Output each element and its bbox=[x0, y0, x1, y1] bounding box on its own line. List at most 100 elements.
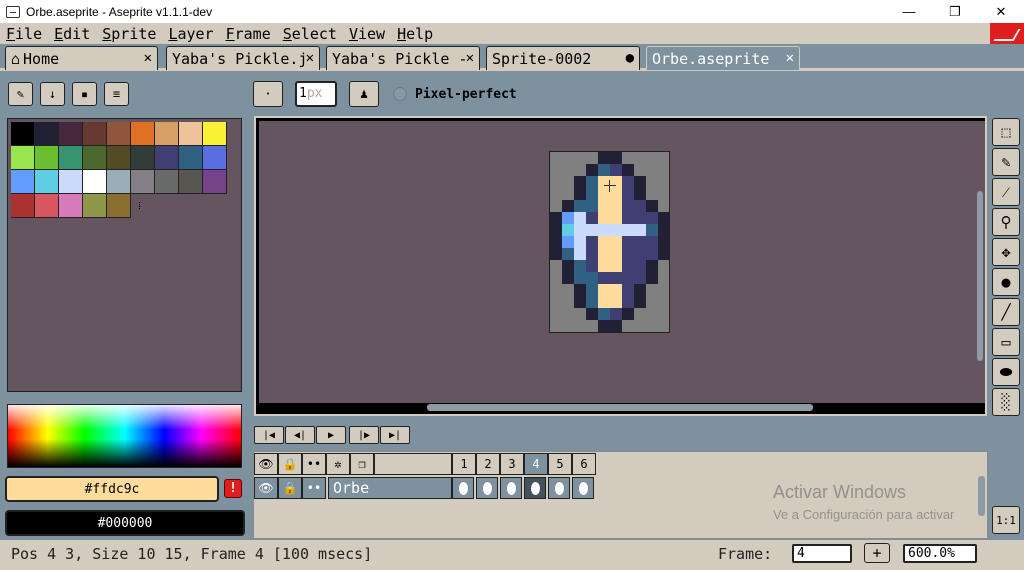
gear-icon[interactable]: ✲ bbox=[326, 453, 350, 475]
tab-yabas-pickle-1[interactable]: Yaba's Pickle.j ✕ bbox=[166, 46, 320, 70]
palette-swatch[interactable] bbox=[107, 170, 131, 194]
brush-type-button[interactable]: · bbox=[253, 81, 283, 107]
palette-swatch[interactable] bbox=[11, 194, 35, 218]
tab-home[interactable]: ⌂ Home ✕ bbox=[5, 46, 158, 70]
tab-close-icon[interactable]: ✕ bbox=[306, 50, 314, 66]
add-frame-button[interactable]: + bbox=[864, 543, 890, 563]
play-button[interactable]: ▶ bbox=[316, 426, 346, 444]
timeline-scrollbar[interactable] bbox=[978, 476, 985, 516]
menu-file[interactable]: File bbox=[0, 25, 48, 43]
palette-swatch[interactable] bbox=[155, 170, 179, 194]
palette-swatch[interactable] bbox=[59, 170, 83, 194]
onion-skin-icon[interactable]: ❐ bbox=[350, 453, 374, 475]
last-frame-button[interactable]: ▶| bbox=[380, 426, 410, 444]
maximize-button[interactable]: ❐ bbox=[932, 0, 978, 23]
eyedropper-tool-icon[interactable]: ⁄ bbox=[992, 178, 1020, 206]
editor-horizontal-scrollbar[interactable] bbox=[259, 403, 975, 413]
palette-edit-button[interactable]: ✎ bbox=[8, 82, 33, 106]
menu-sprite[interactable]: Sprite bbox=[96, 25, 162, 43]
rectangle-tool-icon[interactable]: ▭ bbox=[992, 328, 1020, 356]
warning-icon[interactable]: ! bbox=[224, 479, 242, 498]
palette-swatch[interactable] bbox=[179, 122, 203, 146]
frame-header[interactable]: 2 bbox=[476, 453, 500, 475]
palette-swatch[interactable] bbox=[83, 122, 107, 146]
first-frame-button[interactable]: |◀ bbox=[254, 426, 284, 444]
palette-swatch[interactable] bbox=[203, 122, 227, 146]
layer-lock-icon[interactable]: 🔒 bbox=[278, 477, 302, 499]
continuous-header-icon[interactable]: •• bbox=[302, 453, 326, 475]
palette-swatch[interactable] bbox=[35, 170, 59, 194]
cel[interactable] bbox=[524, 477, 546, 499]
foreground-color-button[interactable]: #ffdc9c bbox=[5, 476, 219, 502]
palette-swatch[interactable] bbox=[131, 146, 155, 170]
palette-swatch[interactable] bbox=[107, 122, 131, 146]
cel[interactable] bbox=[452, 477, 474, 499]
menu-edit[interactable]: Edit bbox=[48, 25, 96, 43]
palette-swatch[interactable] bbox=[203, 170, 227, 194]
palette-swatch[interactable] bbox=[59, 122, 83, 146]
layer-continuous-icon[interactable]: •• bbox=[302, 477, 326, 499]
palette-swatch[interactable] bbox=[131, 122, 155, 146]
ink-type-button[interactable]: ♟ bbox=[349, 81, 379, 107]
line-tool-icon[interactable]: ╱ bbox=[992, 298, 1020, 326]
horizontal-scroll-thumb[interactable] bbox=[427, 404, 813, 411]
tab-close-icon[interactable]: ✕ bbox=[786, 50, 794, 66]
palette-swatch[interactable] bbox=[11, 146, 35, 170]
previous-frame-button[interactable]: ◀| bbox=[285, 426, 315, 444]
cel[interactable] bbox=[572, 477, 594, 499]
palette-swatch[interactable] bbox=[11, 122, 35, 146]
tab-yabas-pickle-2[interactable]: Yaba's Pickle - ✕ bbox=[326, 46, 480, 70]
cel[interactable] bbox=[476, 477, 498, 499]
palette-presets-button[interactable]: ▪ bbox=[72, 82, 97, 106]
lock-header-icon[interactable]: 🔒 bbox=[278, 453, 302, 475]
frame-number-input[interactable]: 4 bbox=[792, 544, 852, 563]
palette-swatch[interactable] bbox=[179, 146, 203, 170]
pencil-tool-icon[interactable]: ✎ bbox=[992, 148, 1020, 176]
minimize-button[interactable]: — bbox=[886, 0, 932, 23]
blur-tool-icon[interactable]: ░ bbox=[992, 388, 1020, 416]
palette-swatch[interactable] bbox=[35, 146, 59, 170]
tab-close-icon[interactable]: ✕ bbox=[466, 50, 474, 66]
tab-close-icon[interactable]: ✕ bbox=[144, 50, 152, 66]
visibility-header-icon[interactable]: 👁 bbox=[254, 453, 278, 475]
move-tool-icon[interactable]: ✥ bbox=[992, 238, 1020, 266]
background-color-button[interactable]: #000000 bbox=[5, 510, 245, 536]
palette-swatch[interactable] bbox=[107, 194, 131, 218]
menu-view[interactable]: View bbox=[343, 25, 391, 43]
layer-visibility-icon[interactable]: 👁 bbox=[254, 477, 278, 499]
palette-swatch[interactable] bbox=[83, 146, 107, 170]
color-spectrum[interactable] bbox=[7, 404, 242, 468]
tab-modified-icon[interactable]: ● bbox=[626, 50, 634, 66]
zoom-reset-button[interactable]: 1:1 bbox=[992, 506, 1020, 534]
frame-header[interactable]: 3 bbox=[500, 453, 524, 475]
palette-swatch[interactable] bbox=[179, 170, 203, 194]
close-window-button[interactable]: ✕ bbox=[978, 0, 1024, 23]
frame-header[interactable]: 1 bbox=[452, 453, 476, 475]
palette-swatch[interactable] bbox=[11, 170, 35, 194]
palette-swatch[interactable] bbox=[131, 170, 155, 194]
palette-swatch[interactable] bbox=[59, 146, 83, 170]
palette-swatch[interactable] bbox=[35, 194, 59, 218]
sprite-canvas[interactable] bbox=[549, 151, 670, 333]
palette-swatch[interactable] bbox=[107, 146, 131, 170]
menu-layer[interactable]: Layer bbox=[162, 25, 219, 43]
menu-frame[interactable]: Frame bbox=[220, 25, 277, 43]
zoom-tool-icon[interactable]: ⚲ bbox=[992, 208, 1020, 236]
tab-sprite-0002[interactable]: Sprite-0002 ● bbox=[486, 46, 640, 70]
contour-tool-icon[interactable]: ⬬ bbox=[992, 358, 1020, 386]
menu-help[interactable]: Help bbox=[391, 25, 439, 43]
editor-vertical-scrollbar[interactable] bbox=[975, 121, 985, 403]
tab-orbe[interactable]: Orbe.aseprite ✕ bbox=[646, 46, 800, 70]
palette-swatch[interactable] bbox=[155, 122, 179, 146]
palette-swatch[interactable] bbox=[203, 146, 227, 170]
sprite-editor[interactable] bbox=[254, 116, 987, 416]
palette-swatch[interactable] bbox=[83, 194, 107, 218]
fill-tool-icon[interactable]: ● bbox=[992, 268, 1020, 296]
frame-header[interactable]: 6 bbox=[572, 453, 596, 475]
pixel-perfect-checkbox[interactable] bbox=[393, 87, 407, 101]
menu-select[interactable]: Select bbox=[277, 25, 343, 43]
palette-swatch[interactable] bbox=[59, 194, 83, 218]
palette-swatch[interactable] bbox=[83, 170, 107, 194]
marquee-tool-icon[interactable]: ⬚ bbox=[992, 118, 1020, 146]
frame-header[interactable]: 4 bbox=[524, 453, 548, 475]
